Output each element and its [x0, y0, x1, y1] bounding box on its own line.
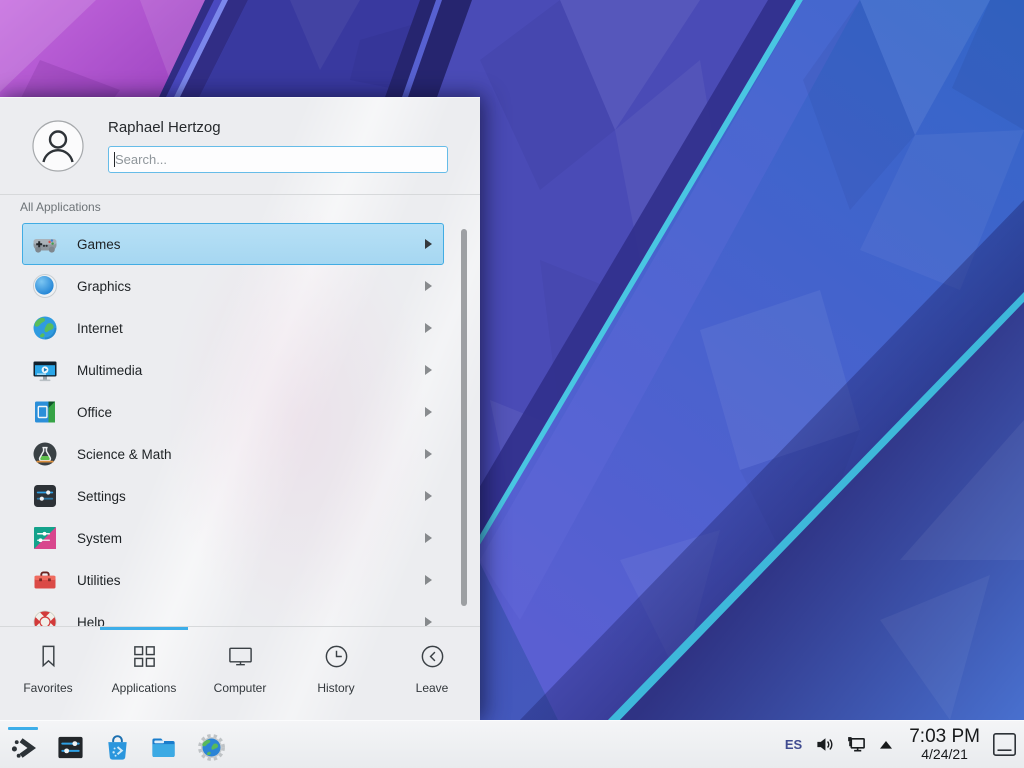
- tab-history[interactable]: History: [288, 630, 384, 721]
- office-icon: [32, 399, 58, 425]
- submenu-arrow-icon: [425, 323, 432, 333]
- user-name: Raphael Hertzog: [108, 119, 221, 136]
- internet-icon: [32, 315, 58, 341]
- volume-icon[interactable]: [815, 735, 834, 754]
- taskbar-launchers: [0, 721, 241, 768]
- category-row-science-math[interactable]: Science & Math: [22, 433, 444, 475]
- discover-button[interactable]: [100, 723, 134, 767]
- applications-icon: [131, 643, 158, 670]
- category-label: Graphics: [77, 279, 131, 294]
- system-icon: [32, 525, 58, 551]
- system-settings-icon: [56, 733, 85, 762]
- file-manager-button[interactable]: [147, 723, 181, 767]
- application-launcher-menu: Raphael Hertzog All Applications Games Gr…: [0, 97, 480, 720]
- show-desktop-icon[interactable]: [992, 732, 1017, 757]
- computer-icon: [227, 643, 254, 670]
- submenu-arrow-icon: [425, 281, 432, 291]
- submenu-arrow-icon: [425, 617, 432, 626]
- digital-clock[interactable]: 7:03 PM 4/24/21: [909, 727, 980, 762]
- taskbar: ES 7:03 PM 4/24/21: [0, 720, 1024, 768]
- clock-time: 7:03 PM: [909, 727, 980, 747]
- submenu-arrow-icon: [425, 575, 432, 585]
- category-row-graphics[interactable]: Graphics: [22, 265, 444, 307]
- settings-icon: [32, 483, 58, 509]
- web-browser-button[interactable]: [194, 723, 228, 767]
- category-label: System: [77, 531, 122, 546]
- category-row-office[interactable]: Office: [22, 391, 444, 433]
- category-label: Multimedia: [77, 363, 142, 378]
- category-label: Office: [77, 405, 112, 420]
- folder-icon: [150, 733, 179, 762]
- category-list: Games Graphics Internet Multimedia Office Sci…: [22, 223, 444, 626]
- category-label: Help: [77, 615, 105, 627]
- tab-favorites[interactable]: Favorites: [0, 630, 96, 721]
- multimedia-icon: [32, 357, 58, 383]
- category-label: Games: [77, 237, 121, 252]
- submenu-arrow-icon: [425, 365, 432, 375]
- favorites-icon: [35, 643, 62, 670]
- search-input[interactable]: [108, 146, 448, 173]
- discover-icon: [103, 733, 132, 762]
- user-avatar-icon[interactable]: [32, 120, 84, 172]
- category-row-utilities[interactable]: Utilities: [22, 559, 444, 601]
- network-icon[interactable]: [846, 735, 867, 754]
- header-separator: [0, 194, 480, 195]
- category-row-multimedia[interactable]: Multimedia: [22, 349, 444, 391]
- science-icon: [32, 441, 58, 467]
- tab-label: Computer: [214, 681, 267, 695]
- scrollbar[interactable]: [461, 229, 467, 606]
- category-row-internet[interactable]: Internet: [22, 307, 444, 349]
- tab-applications[interactable]: Applications: [96, 630, 192, 721]
- help-icon: [32, 609, 58, 626]
- tab-label: History: [317, 681, 354, 695]
- text-cursor: [114, 152, 115, 167]
- keyboard-layout-indicator[interactable]: ES: [785, 737, 802, 752]
- tabbar-separator: [0, 626, 480, 627]
- clock-date: 4/24/21: [909, 747, 980, 762]
- web-browser-icon: [197, 733, 226, 762]
- submenu-arrow-icon: [425, 491, 432, 501]
- tab-label: Applications: [112, 681, 177, 695]
- active-task-indicator: [8, 727, 38, 730]
- category-label: Internet: [77, 321, 123, 336]
- category-label: Utilities: [77, 573, 121, 588]
- submenu-arrow-icon: [425, 407, 432, 417]
- launcher-header: Raphael Hertzog: [0, 98, 480, 194]
- submenu-arrow-icon: [425, 239, 432, 249]
- utilities-icon: [32, 567, 58, 593]
- expand-tray-arrow-icon[interactable]: [879, 740, 893, 750]
- tab-bar: Favorites Applications Computer History Leav…: [0, 630, 480, 721]
- leave-icon: [419, 643, 446, 670]
- category-label: Settings: [77, 489, 126, 504]
- games-icon: [32, 231, 58, 257]
- tab-computer[interactable]: Computer: [192, 630, 288, 721]
- application-launcher-button[interactable]: [6, 723, 40, 767]
- tab-label: Favorites: [23, 681, 72, 695]
- system-settings-button[interactable]: [53, 723, 87, 767]
- history-icon: [323, 643, 350, 670]
- submenu-arrow-icon: [425, 449, 432, 459]
- category-row-help[interactable]: Help: [22, 601, 444, 626]
- graphics-icon: [32, 273, 58, 299]
- category-row-system[interactable]: System: [22, 517, 444, 559]
- category-row-settings[interactable]: Settings: [22, 475, 444, 517]
- search-field-wrap: [108, 146, 448, 173]
- submenu-arrow-icon: [425, 533, 432, 543]
- kickoff-icon: [9, 733, 38, 762]
- system-tray: ES 7:03 PM 4/24/21: [785, 721, 1024, 768]
- desktop: Raphael Hertzog All Applications Games Gr…: [0, 0, 1024, 768]
- tab-label: Leave: [416, 681, 449, 695]
- category-label: Science & Math: [77, 447, 172, 462]
- section-label: All Applications: [20, 200, 101, 214]
- category-row-games[interactable]: Games: [22, 223, 444, 265]
- tab-leave[interactable]: Leave: [384, 630, 480, 721]
